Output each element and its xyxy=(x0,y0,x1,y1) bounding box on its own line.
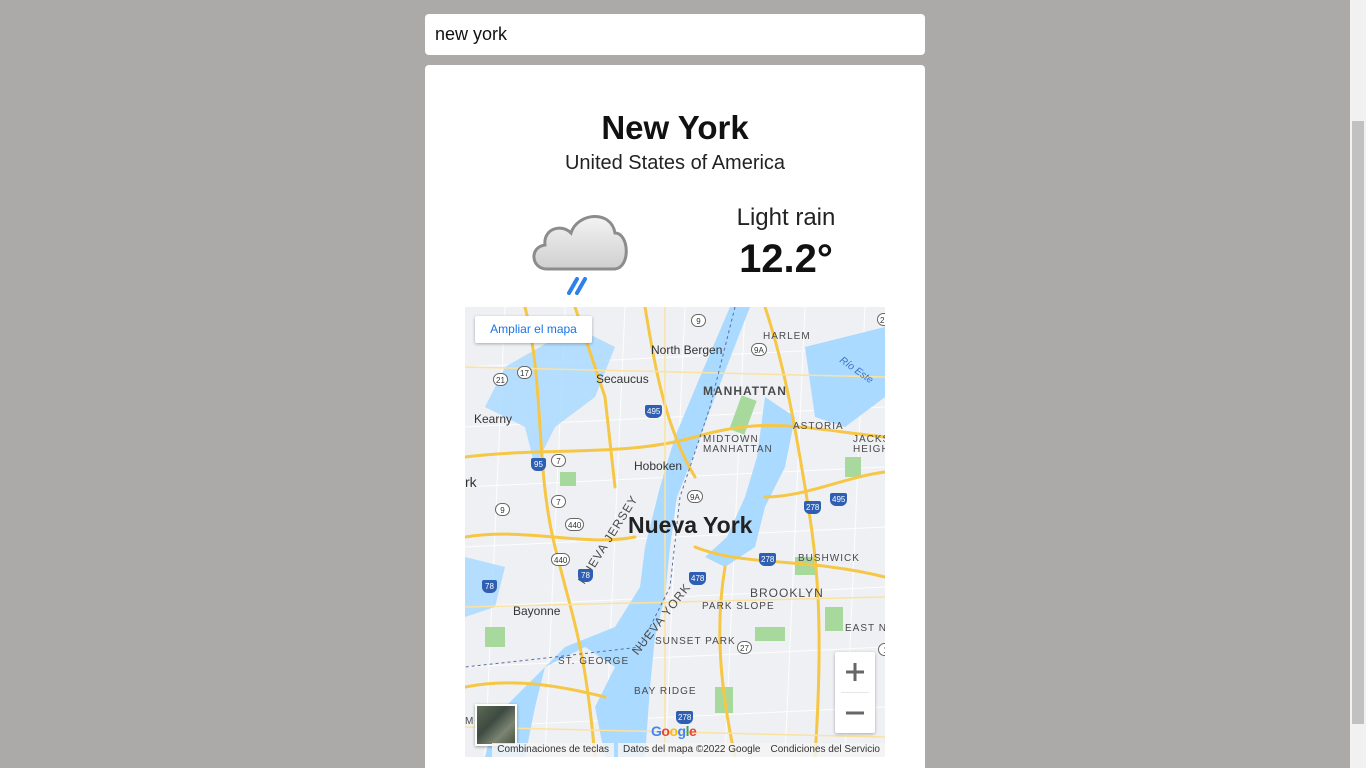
map-label-nueva-york: Nueva York xyxy=(628,512,753,538)
route-shield: 9A xyxy=(751,343,767,356)
map-label-bayonne: Bayonne xyxy=(513,604,561,618)
map-label-manhattan: MANHATTAN xyxy=(703,384,787,398)
zoom-in-button[interactable] xyxy=(835,652,875,692)
zoom-control xyxy=(835,652,875,733)
route-shield: 9 xyxy=(495,503,510,516)
weather-condition: Light rain xyxy=(736,204,836,231)
map-label-sunset-park: SUNSET PARK xyxy=(655,636,736,647)
map-label-brooklyn: BROOKLYN xyxy=(750,586,824,600)
map-label-astoria: ASTORIA xyxy=(793,421,844,432)
route-shield: 9A xyxy=(687,490,703,503)
route-shield: 278 xyxy=(804,501,822,514)
map-label-hoboken: Hoboken xyxy=(634,459,683,473)
map-label-park-slope: PARK SLOPE xyxy=(702,601,775,612)
map-label-harlem: HARLEM xyxy=(763,331,811,342)
terms-of-service-link[interactable]: Condiciones del Servicio xyxy=(765,743,885,757)
route-shield: 440 xyxy=(565,518,585,531)
route-shield: 440 xyxy=(551,553,571,566)
map-label-bushwick: BUSHWICK xyxy=(798,553,860,564)
map-label-east-ny: EAST NE xyxy=(845,623,885,634)
map-label-rk: rk xyxy=(465,474,477,490)
route-shield: 27 xyxy=(737,641,752,654)
route-shield: 78 xyxy=(578,569,593,582)
minus-icon xyxy=(846,711,864,715)
route-shield: 27 xyxy=(877,313,885,326)
route-shield: 495 xyxy=(830,493,848,506)
route-shield: 78 xyxy=(482,580,497,593)
route-shield: 495 xyxy=(645,405,663,418)
map-label-bay-ridge: BAY RIDGE xyxy=(634,686,697,697)
search-input[interactable] xyxy=(425,14,925,55)
route-shield: 278 xyxy=(759,553,777,566)
country-name: United States of America xyxy=(564,152,786,174)
map-label-secaucus: Secaucus xyxy=(596,372,649,386)
enlarge-map-button[interactable]: Ampliar el mapa xyxy=(475,316,592,343)
map-label-midtown: MIDTOWN MANHATTAN xyxy=(703,434,773,455)
satellite-toggle-button[interactable] xyxy=(475,704,517,746)
keyboard-shortcuts-link[interactable]: Combinaciones de teclas xyxy=(492,743,615,757)
weather-card: New York United States of America Light … xyxy=(425,65,925,768)
map-label-kearny: Kearny xyxy=(474,412,513,426)
zoom-out-button[interactable] xyxy=(835,693,875,733)
plus-icon xyxy=(846,663,864,681)
route-shield: 478 xyxy=(689,572,707,585)
route-shield: 9 xyxy=(691,314,706,327)
map-label-st-george: ST. GEORGE xyxy=(558,656,630,667)
route-shield: 95 xyxy=(531,458,546,471)
map[interactable]: Nueva York MANHATTAN HARLEM MIDTOWN MANH… xyxy=(465,307,885,757)
google-logo: Google xyxy=(651,723,697,739)
route-shield: 7 xyxy=(551,495,566,508)
map-data-attribution: Datos del mapa ©2022 Google xyxy=(618,743,766,757)
route-shield: 17 xyxy=(517,366,532,379)
temperature: 12.2° xyxy=(739,237,833,281)
city-name: New York xyxy=(601,109,749,146)
map-label-jackson-heights: JACKSO HEIGH xyxy=(853,434,885,455)
route-shield: 21 xyxy=(493,373,508,386)
map-footer: Combinaciones de teclas Datos del mapa ©… xyxy=(465,743,885,757)
route-shield: 7 xyxy=(551,454,566,467)
light-rain-cloud-icon xyxy=(525,203,635,298)
map-label-north-bergen: North Bergen xyxy=(651,343,723,357)
page-scrollbar[interactable] xyxy=(1350,0,1366,768)
route-shield: 1 xyxy=(878,643,885,656)
scrollbar-thumb[interactable] xyxy=(1352,121,1364,724)
